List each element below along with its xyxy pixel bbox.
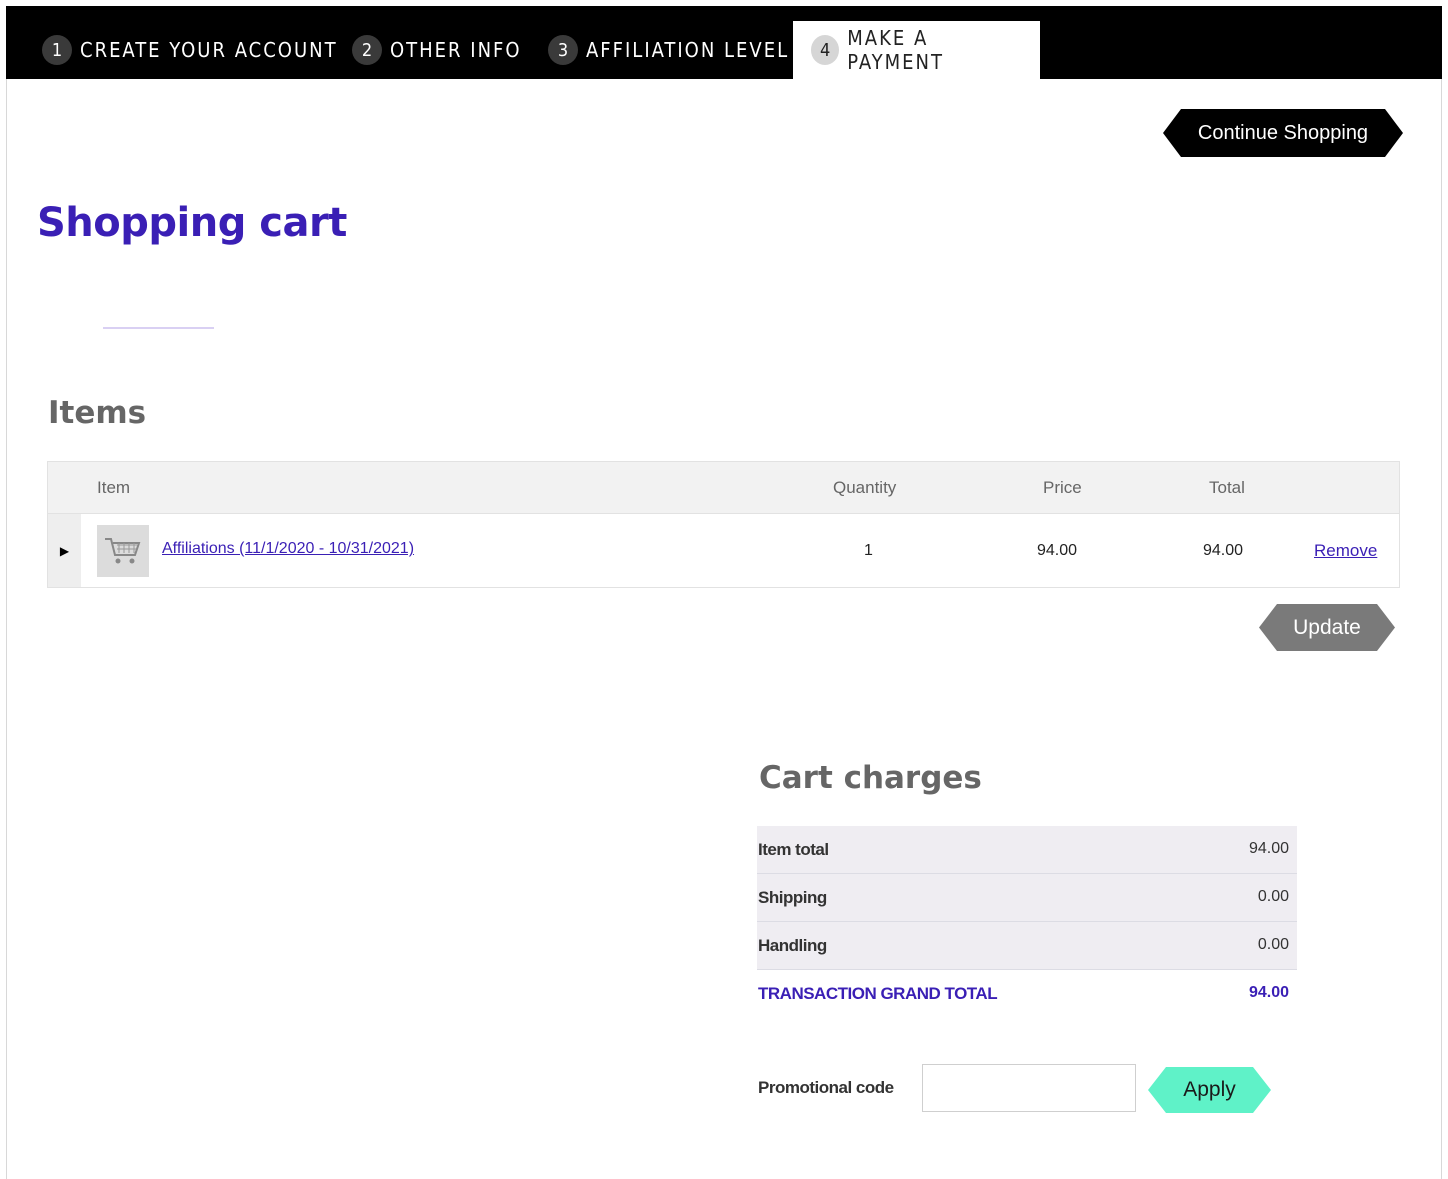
cart-charges-table: Item total 94.00 Shipping 0.00 Handling … (757, 826, 1297, 1018)
charge-value: 94.00 (1248, 840, 1289, 857)
triangle-right-icon: ▶ (59, 543, 70, 558)
checkout-steps: 1 CREATE YOUR ACCOUNT 2 OTHER INFO 3 AFF… (6, 6, 1442, 79)
items-section-title: Items (48, 395, 147, 431)
continue-shopping-button[interactable]: Continue Shopping (1163, 109, 1403, 157)
header-quantity: Quantity (833, 478, 897, 497)
grand-total-row: TRANSACTION GRAND TOTAL 94.00 (757, 970, 1297, 1018)
expand-row-toggle[interactable]: ▶ (48, 514, 81, 587)
charge-row-shipping: Shipping 0.00 (757, 874, 1297, 922)
item-total: 94.00 (1203, 542, 1244, 559)
charge-row-handling: Handling 0.00 (757, 922, 1297, 970)
step-number: 2 (352, 35, 382, 65)
header-price: Price (1043, 478, 1082, 497)
page-title: Shopping cart (37, 200, 347, 246)
charge-label: Item total (758, 840, 829, 859)
step-number: 3 (548, 35, 578, 65)
cart-charges-title: Cart charges (759, 760, 982, 796)
update-button[interactable]: Update (1259, 604, 1395, 651)
header-total: Total (1209, 478, 1245, 497)
header-item: Item (97, 478, 131, 497)
step-label: CREATE YOUR ACCOUNT (80, 38, 338, 62)
step-make-payment[interactable]: 4 MAKE A PAYMENT (793, 21, 1040, 79)
promo-code-label: Promotional code (758, 1078, 894, 1097)
step-number: 4 (811, 35, 840, 65)
charge-value: 0.00 (1257, 888, 1289, 905)
apply-button[interactable]: Apply (1148, 1067, 1271, 1113)
charge-value: 0.00 (1257, 936, 1289, 953)
step-create-account[interactable]: 1 CREATE YOUR ACCOUNT (42, 21, 338, 79)
step-affiliation-level[interactable]: 3 AFFILIATION LEVEL (548, 21, 789, 79)
table-row: ▶ Affiliations (11/1/2020 - 10/31/2021) … (48, 514, 1399, 587)
charge-label: Shipping (758, 888, 827, 907)
cart-icon (97, 525, 149, 577)
step-number: 1 (42, 35, 72, 65)
step-other-info[interactable]: 2 OTHER INFO (352, 21, 522, 79)
charge-row-item-total: Item total 94.00 (757, 826, 1297, 874)
step-label: OTHER INFO (390, 38, 522, 62)
items-table: Item Quantity Price Total ▶ Affiliations… (47, 461, 1400, 588)
items-table-header: Item Quantity Price Total (48, 462, 1399, 514)
promo-code-input[interactable] (922, 1064, 1136, 1112)
step-label: AFFILIATION LEVEL (586, 38, 790, 62)
grand-total-value: 94.00 (1248, 984, 1289, 1001)
remove-link[interactable]: Remove (1314, 541, 1377, 561)
item-link[interactable]: Affiliations (11/1/2020 - 10/31/2021) (162, 540, 414, 558)
item-quantity: 1 (864, 542, 873, 559)
grand-total-label: TRANSACTION GRAND TOTAL (758, 984, 998, 1003)
item-price: 94.00 (1037, 542, 1078, 559)
title-divider (103, 327, 214, 329)
charge-label: Handling (758, 936, 827, 955)
step-label: MAKE A PAYMENT (847, 26, 944, 74)
